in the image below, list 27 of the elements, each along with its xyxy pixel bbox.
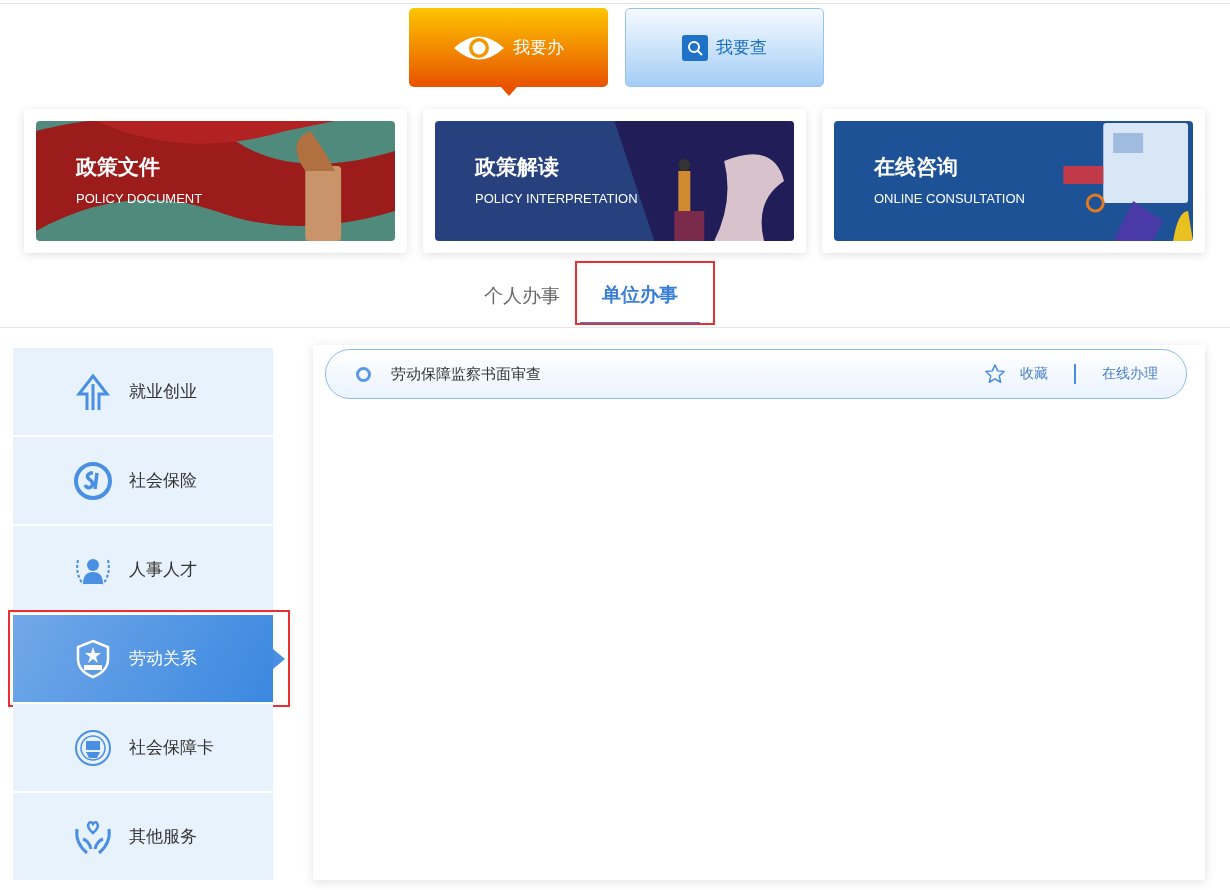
sidebar-item[interactable]: 就业创业 [13, 348, 273, 435]
search-icon [681, 34, 708, 61]
pointer-icon [500, 87, 517, 96]
banner-card[interactable]: 政策解读 POLICY INTERPRETATION [423, 109, 806, 253]
favorite-link[interactable]: 收藏 [1020, 365, 1048, 383]
card-title: 政策文件 [76, 154, 161, 181]
sidebar-item[interactable]: 社会保障卡 [13, 704, 273, 791]
sidebar-item[interactable]: 人事人才 [13, 526, 273, 613]
sidebar-item[interactable]: 其他服务 [13, 793, 273, 880]
banner-card[interactable]: 在线咨询 ONLINE CONSULTATION [822, 109, 1205, 253]
card-title: 政策解读 [475, 154, 560, 181]
circle-logo-icon [73, 460, 113, 501]
card-title: 在线咨询 [874, 154, 959, 181]
service-name: 劳动保障监察书面审查 [391, 364, 542, 384]
mode-button[interactable]: 我要查 [624, 8, 824, 87]
card-subtitle: POLICY INTERPRETATION [475, 191, 638, 206]
star-icon[interactable] [984, 363, 1006, 385]
card-subtitle: ONLINE CONSULTATION [874, 191, 1025, 206]
tab[interactable]: 个人办事 [470, 267, 574, 325]
online-handle-link[interactable]: 在线办理 [1102, 365, 1158, 383]
bullet-icon [356, 366, 371, 382]
card-subtitle: POLICY DOCUMENT [76, 191, 203, 206]
round-badge-icon [73, 727, 113, 768]
banner-card[interactable]: 政策文件 POLICY DOCUMENT [24, 109, 407, 253]
sidebar-item[interactable]: 社会保险 [13, 437, 273, 524]
tab[interactable]: 单位办事 [580, 267, 700, 325]
pointer-icon [273, 649, 285, 669]
